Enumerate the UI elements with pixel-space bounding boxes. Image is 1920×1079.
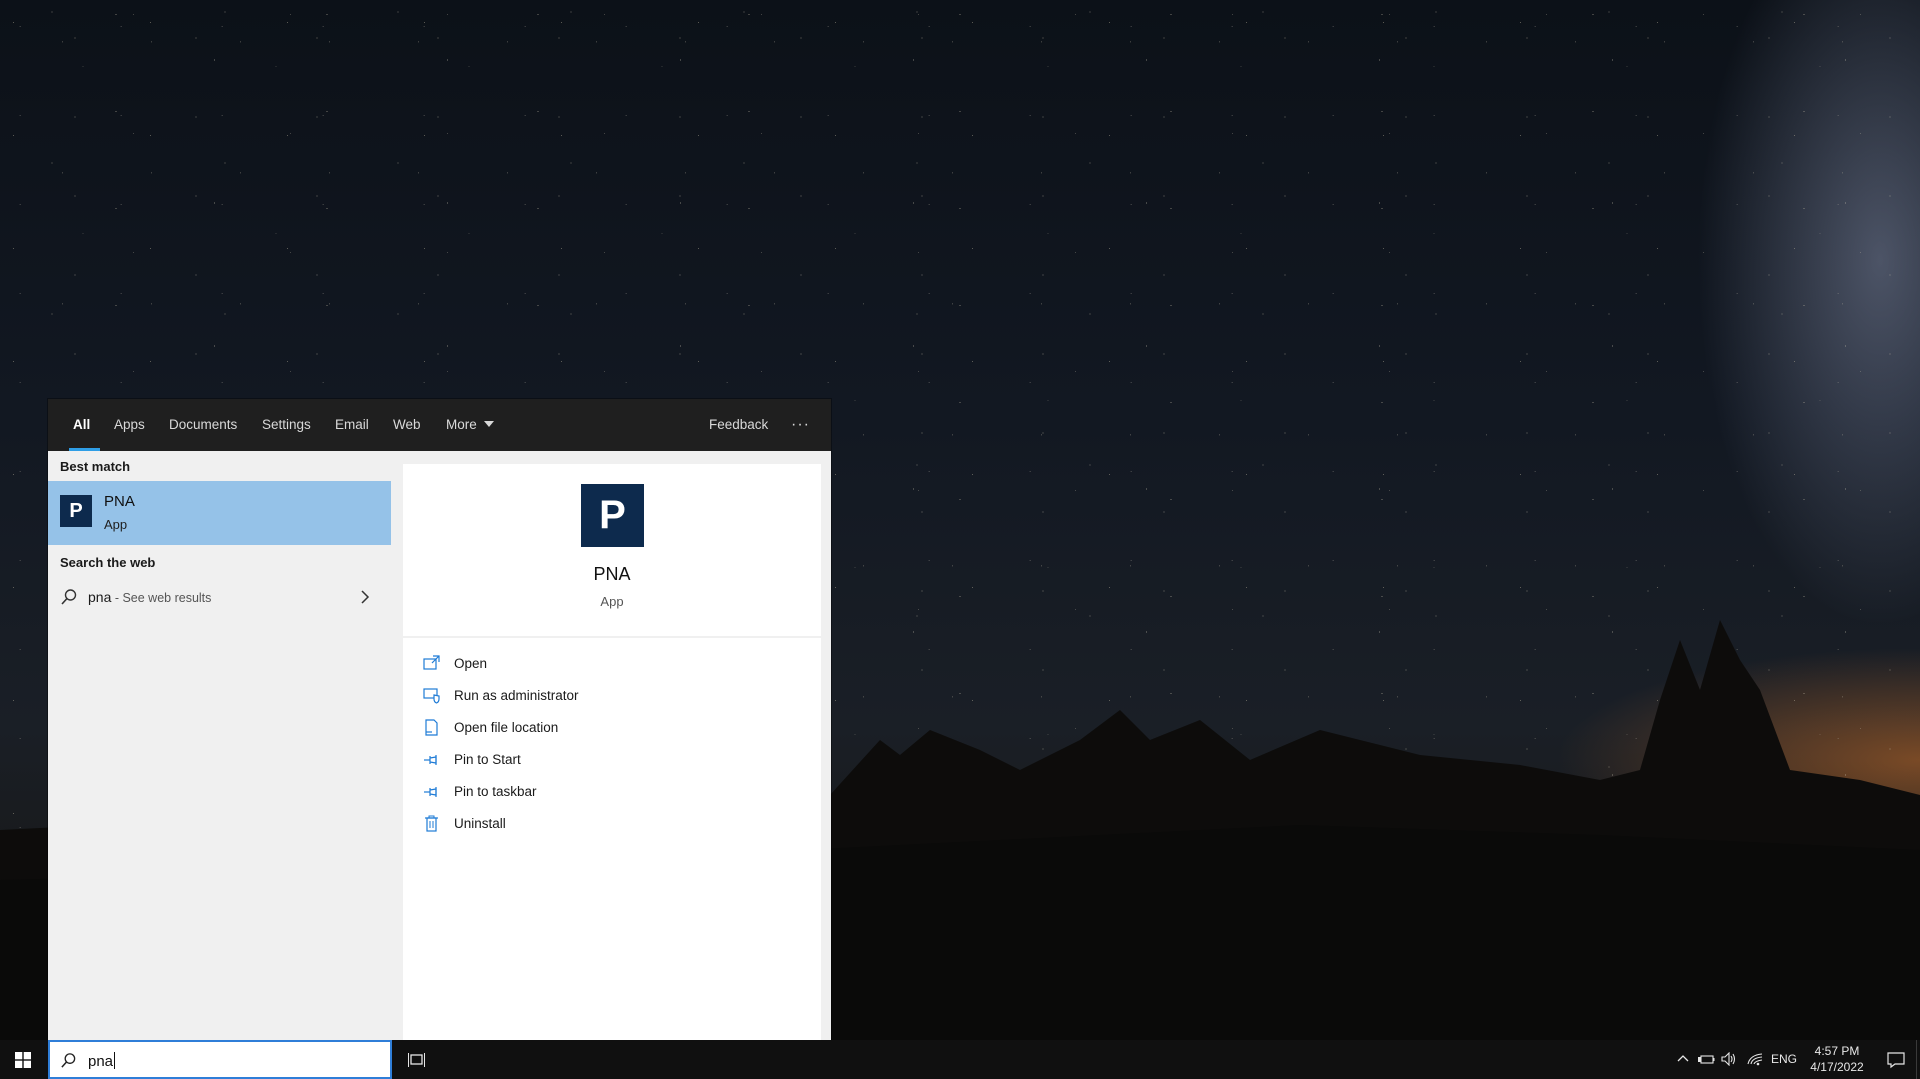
taskbar: pna ENG 4:57 PM 4/17/2022 xyxy=(0,1040,1920,1079)
open-window-icon xyxy=(423,655,440,670)
tab-more[interactable]: More xyxy=(446,399,494,451)
action-center-button[interactable] xyxy=(1876,1040,1916,1079)
best-match-heading: Best match xyxy=(60,459,131,474)
wifi-icon xyxy=(1747,1053,1763,1066)
search-scope-tabs: All Apps Documents Settings Email Web Mo… xyxy=(48,399,831,451)
trash-icon xyxy=(425,815,438,832)
tab-all[interactable]: All xyxy=(68,399,101,451)
clock-date: 4/17/2022 xyxy=(1810,1060,1864,1074)
windows-logo-icon xyxy=(15,1052,31,1068)
chevron-right-icon xyxy=(361,590,370,604)
pin-icon xyxy=(424,787,437,797)
search-web-heading: Search the web xyxy=(60,555,156,570)
volume-control[interactable] xyxy=(1718,1040,1742,1079)
uninstall-label: Uninstall xyxy=(454,816,506,831)
search-icon xyxy=(61,589,77,605)
pin-to-start-action[interactable]: Pin to Start xyxy=(403,745,821,775)
best-match-type: App xyxy=(104,517,128,532)
search-icon xyxy=(61,1053,76,1068)
tab-documents[interactable]: Documents xyxy=(169,399,237,451)
preview-app-name: PNA xyxy=(593,564,631,584)
taskbar-search-box[interactable]: pna xyxy=(48,1040,392,1079)
file-location-icon xyxy=(425,719,438,736)
open-action[interactable]: Open xyxy=(403,649,821,679)
chevron-down-icon xyxy=(483,421,494,427)
preview-app-type: App xyxy=(600,594,624,609)
more-options-button[interactable]: ··· xyxy=(791,399,810,451)
notification-icon xyxy=(1887,1052,1905,1069)
open-file-location-label: Open file location xyxy=(454,720,559,735)
battery-status[interactable] xyxy=(1694,1040,1718,1079)
tab-settings[interactable]: Settings xyxy=(262,399,311,451)
speaker-icon xyxy=(1721,1052,1736,1066)
best-match-result[interactable]: P PNA App xyxy=(48,481,391,545)
pna-app-large-icon: P xyxy=(581,484,644,547)
pin-icon xyxy=(424,755,437,765)
search-flyout: All Apps Documents Settings Email Web Mo… xyxy=(48,399,831,1040)
run-as-administrator-action[interactable]: Run as administrator xyxy=(403,681,821,711)
input-language-indicator[interactable]: ENG xyxy=(1770,1040,1798,1079)
preview-divider xyxy=(403,636,821,638)
clock-time: 4:57 PM xyxy=(1814,1044,1860,1058)
show-desktop-button[interactable] xyxy=(1916,1040,1920,1079)
web-search-result[interactable]: pna - See web results xyxy=(48,579,391,615)
shield-window-icon xyxy=(423,688,440,704)
open-file-location-action[interactable]: Open file location xyxy=(403,713,821,743)
task-view-button[interactable] xyxy=(400,1040,434,1079)
tab-more-label: More xyxy=(446,417,477,432)
best-match-name: PNA xyxy=(104,493,135,510)
tab-web[interactable]: Web xyxy=(393,399,421,451)
app-preview-pane: P PNA App Open Run as administrator Open… xyxy=(403,464,821,1040)
uninstall-action[interactable]: Uninstall xyxy=(403,809,821,839)
task-view-icon xyxy=(408,1053,425,1067)
pin-to-start-label: Pin to Start xyxy=(454,752,521,767)
pna-app-icon: P xyxy=(60,495,92,527)
web-result-query: pna xyxy=(88,589,112,605)
network-status[interactable] xyxy=(1742,1040,1768,1079)
taskbar-clock[interactable]: 4:57 PM 4/17/2022 xyxy=(1800,1043,1874,1075)
tab-apps[interactable]: Apps xyxy=(114,399,145,451)
tab-email[interactable]: Email xyxy=(335,399,369,451)
results-pane: Best match P PNA App Search the web pna … xyxy=(48,451,391,1040)
chevron-up-icon xyxy=(1677,1055,1689,1062)
pin-to-taskbar-action[interactable]: Pin to taskbar xyxy=(403,777,821,807)
feedback-button[interactable]: Feedback xyxy=(709,399,768,451)
run-as-administrator-label: Run as administrator xyxy=(454,688,579,703)
battery-icon xyxy=(1698,1055,1715,1064)
show-hidden-icons-button[interactable] xyxy=(1672,1040,1694,1079)
search-input-value[interactable]: pna xyxy=(88,1053,113,1070)
pin-to-taskbar-label: Pin to taskbar xyxy=(454,784,537,799)
web-result-suffix: - See web results xyxy=(111,591,212,605)
open-label: Open xyxy=(454,656,488,671)
start-button[interactable] xyxy=(0,1040,46,1079)
text-cursor xyxy=(114,1052,116,1069)
